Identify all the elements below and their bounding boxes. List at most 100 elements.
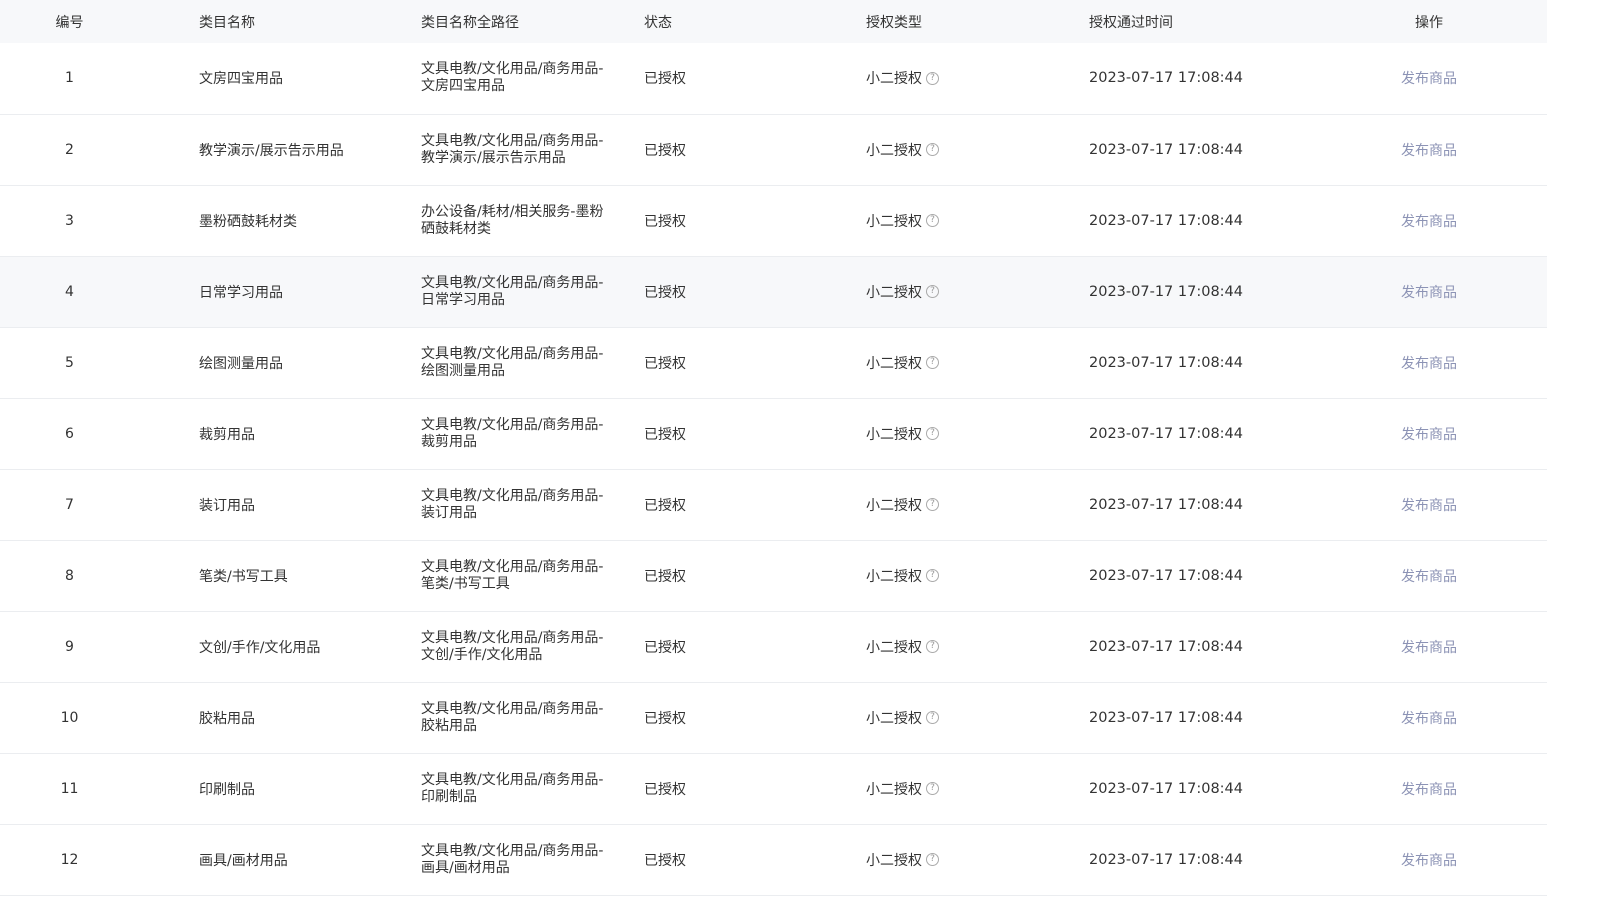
cell-no: 8 — [65, 567, 74, 584]
cell-category-path: 办公设备/耗材/相关服务-墨粉硒鼓耗材类 — [421, 203, 604, 237]
cell-auth-type: 小二授权? — [866, 540, 1089, 611]
question-circle-icon[interactable]: ? — [926, 711, 939, 724]
question-circle-icon[interactable]: ? — [926, 569, 939, 582]
cell-category-path: 文具电教/文化用品/商务用品-裁剪用品 — [421, 416, 604, 450]
cell-status: 已授权 — [644, 355, 686, 372]
auth-type-wrap: 小二授权? — [866, 495, 939, 515]
cell-category-name: 教学演示/展示告示用品 — [199, 142, 344, 159]
question-circle-icon[interactable]: ? — [926, 214, 939, 227]
cell-category-name: 文创/手作/文化用品 — [199, 639, 321, 656]
cell-auth-type: 小二授权? — [866, 682, 1089, 753]
publish-product-link[interactable]: 发布商品 — [1401, 214, 1457, 230]
cell-auth-time: 2023-07-17 17:08:44 — [1089, 709, 1243, 726]
table-row: 12 画具/画材用品 文具电教/文化用品/商务用品-画具/画材用品 已授权 小二授权? 2… — [0, 824, 1547, 895]
cell-status: 已授权 — [644, 710, 686, 727]
table-row: 4 日常学习用品 文具电教/文化用品/商务用品-日常学习用品 已授权 小二授权? 2023… — [0, 256, 1547, 327]
auth-type-label: 小二授权 — [866, 213, 922, 230]
cell-auth-type: 小二授权? — [866, 185, 1089, 256]
auth-type-wrap: 小二授权? — [866, 68, 939, 88]
cell-auth-time: 2023-07-17 17:08:44 — [1089, 141, 1243, 158]
table-row: 5 绘图测量用品 文具电教/文化用品/商务用品-绘图测量用品 已授权 小二授权? 2023… — [0, 327, 1547, 398]
cell-no: 6 — [65, 425, 74, 442]
cell-operation: 发布商品 — [1311, 540, 1547, 611]
auth-type-wrap: 小二授权? — [866, 211, 939, 231]
cell-operation: 发布商品 — [1311, 185, 1547, 256]
question-circle-icon[interactable]: ? — [926, 143, 939, 156]
publish-product-link[interactable]: 发布商品 — [1401, 285, 1457, 301]
publish-product-link[interactable]: 发布商品 — [1401, 640, 1457, 656]
auth-type-label: 小二授权 — [866, 71, 922, 88]
table-row: 10 胶粘用品 文具电教/文化用品/商务用品-胶粘用品 已授权 小二授权? 2023-07… — [0, 682, 1547, 753]
table-header-row: 编号 类目名称 类目名称全路径 状态 授权类型 授权通过时间 操作 — [0, 0, 1547, 43]
publish-product-link[interactable]: 发布商品 — [1401, 569, 1457, 585]
cell-auth-type: 小二授权? — [866, 469, 1089, 540]
cell-category-path: 文具电教/文化用品/商务用品-文房四宝用品 — [421, 61, 604, 95]
cell-status: 已授权 — [644, 852, 686, 869]
cell-status: 已授权 — [644, 142, 686, 159]
cell-operation: 发布商品 — [1311, 611, 1547, 682]
header-category-name: 类目名称 — [199, 14, 255, 31]
table-row: 2 教学演示/展示告示用品 文具电教/文化用品/商务用品-教学演示/展示告示用品 已授… — [0, 114, 1547, 185]
auth-type-label: 小二授权 — [866, 142, 922, 159]
auth-type-label: 小二授权 — [866, 710, 922, 727]
cell-category-path: 文具电教/文化用品/商务用品-绘图测量用品 — [421, 345, 604, 379]
table-row: 3 墨粉硒鼓耗材类 办公设备/耗材/相关服务-墨粉硒鼓耗材类 已授权 小二授权? 2023… — [0, 185, 1547, 256]
cell-operation: 发布商品 — [1311, 824, 1547, 895]
cell-status: 已授权 — [644, 497, 686, 514]
auth-type-wrap: 小二授权? — [866, 140, 939, 160]
question-circle-icon[interactable]: ? — [926, 356, 939, 369]
publish-product-link[interactable]: 发布商品 — [1401, 782, 1457, 798]
cell-operation: 发布商品 — [1311, 114, 1547, 185]
auth-type-wrap: 小二授权? — [866, 353, 939, 373]
cell-no: 4 — [65, 283, 74, 300]
table-row: 8 笔类/书写工具 文具电教/文化用品/商务用品-笔类/书写工具 已授权 小二授权? 20… — [0, 540, 1547, 611]
category-authorization-table: 编号 类目名称 类目名称全路径 状态 授权类型 授权通过时间 操作 1 文房四宝用… — [0, 0, 1547, 896]
publish-product-link[interactable]: 发布商品 — [1401, 853, 1457, 869]
publish-product-link[interactable]: 发布商品 — [1401, 71, 1457, 87]
question-circle-icon[interactable]: ? — [926, 640, 939, 653]
cell-operation: 发布商品 — [1311, 256, 1547, 327]
cell-operation: 发布商品 — [1311, 398, 1547, 469]
cell-no: 5 — [65, 354, 74, 371]
publish-product-link[interactable]: 发布商品 — [1401, 356, 1457, 372]
auth-type-label: 小二授权 — [866, 852, 922, 869]
cell-no: 11 — [60, 780, 79, 797]
table-row: 11 印刷制品 文具电教/文化用品/商务用品-印刷制品 已授权 小二授权? 2023-07… — [0, 753, 1547, 824]
cell-status: 已授权 — [644, 71, 686, 88]
auth-type-wrap: 小二授权? — [866, 637, 939, 657]
publish-product-link[interactable]: 发布商品 — [1401, 143, 1457, 159]
question-circle-icon[interactable]: ? — [926, 427, 939, 440]
table-header: 编号 类目名称 类目名称全路径 状态 授权类型 授权通过时间 操作 — [0, 0, 1547, 43]
auth-type-label: 小二授权 — [866, 284, 922, 301]
cell-category-name: 装订用品 — [199, 497, 255, 514]
cell-category-path: 文具电教/文化用品/商务用品-胶粘用品 — [421, 700, 604, 734]
cell-category-path: 文具电教/文化用品/商务用品-印刷制品 — [421, 771, 604, 805]
cell-no: 2 — [65, 141, 74, 158]
cell-auth-type: 小二授权? — [866, 398, 1089, 469]
question-circle-icon[interactable]: ? — [926, 498, 939, 511]
auth-type-label: 小二授权 — [866, 781, 922, 798]
header-status: 状态 — [644, 14, 672, 31]
cell-status: 已授权 — [644, 284, 686, 301]
cell-no: 9 — [65, 638, 74, 655]
cell-auth-type: 小二授权? — [866, 114, 1089, 185]
right-blank-area — [1547, 0, 1614, 907]
question-circle-icon[interactable]: ? — [926, 853, 939, 866]
cell-status: 已授权 — [644, 781, 686, 798]
cell-status: 已授权 — [644, 568, 686, 585]
table-row: 9 文创/手作/文化用品 文具电教/文化用品/商务用品-文创/手作/文化用品 已授权 小… — [0, 611, 1547, 682]
cell-operation: 发布商品 — [1311, 682, 1547, 753]
header-operation: 操作 — [1415, 14, 1443, 31]
table-body: 1 文房四宝用品 文具电教/文化用品/商务用品-文房四宝用品 已授权 小二授权? 2023… — [0, 43, 1547, 895]
publish-product-link[interactable]: 发布商品 — [1401, 498, 1457, 514]
publish-product-link[interactable]: 发布商品 — [1401, 427, 1457, 443]
question-circle-icon[interactable]: ? — [926, 285, 939, 298]
question-circle-icon[interactable]: ? — [926, 71, 939, 85]
publish-product-link[interactable]: 发布商品 — [1401, 711, 1457, 727]
auth-type-label: 小二授权 — [866, 426, 922, 443]
auth-type-wrap: 小二授权? — [866, 282, 939, 302]
cell-auth-type: 小二授权? — [866, 256, 1089, 327]
cell-status: 已授权 — [644, 426, 686, 443]
question-circle-icon[interactable]: ? — [926, 782, 939, 795]
cell-status: 已授权 — [644, 639, 686, 656]
